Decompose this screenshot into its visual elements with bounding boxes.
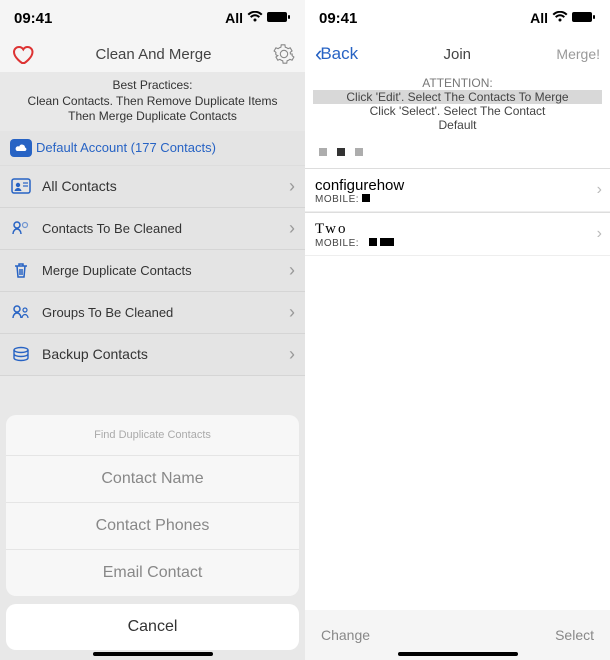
chevron-right-icon: › (597, 181, 602, 199)
item-label: Backup Contacts (42, 346, 148, 362)
item-label: Contacts To Be Cleaned (42, 221, 182, 236)
status-time: 09:41 (319, 10, 357, 27)
navbar-left: Clean And Merge (0, 36, 305, 72)
cloud-icon (10, 139, 32, 157)
clean-icon (10, 220, 32, 236)
account-label: Default Account (177 Contacts) (36, 140, 216, 155)
dot-icon (337, 148, 345, 156)
chevron-right-icon: › (289, 176, 295, 197)
attention-line3: Default (311, 118, 604, 132)
item-groups-cleaned[interactable]: Groups To Be Cleaned › (0, 292, 305, 334)
favorites-icon[interactable] (10, 43, 34, 65)
dot-icon (319, 148, 327, 156)
item-contacts-cleaned[interactable]: Contacts To Be Cleaned › (0, 208, 305, 250)
change-button[interactable]: Change (321, 627, 370, 643)
dot-icon (355, 148, 363, 156)
instructions: Best Practices: Clean Contacts. Then Rem… (0, 72, 305, 131)
account-header[interactable]: Default Account (177 Contacts) (0, 131, 305, 166)
carrier-label: All (530, 10, 548, 26)
item-label: Groups To Be Cleaned (42, 305, 173, 320)
action-sheet: Find Duplicate Contacts Contact Name Con… (6, 415, 299, 650)
item-all-contacts[interactable]: All Contacts › (0, 166, 305, 208)
back-button[interactable]: ‹ Back (315, 41, 358, 67)
page-title: Clean And Merge (34, 46, 273, 63)
status-right: All (530, 10, 596, 26)
battery-icon (267, 10, 291, 26)
home-indicator (93, 652, 213, 656)
status-bar: 09:41 All (0, 0, 305, 36)
contacts-icon (10, 178, 32, 194)
contact-sub: MOBILE: (315, 194, 600, 205)
wifi-icon (552, 10, 568, 26)
contact-sub: MOBILE: (315, 238, 600, 249)
back-label: Back (320, 44, 358, 64)
contact-row[interactable]: configurehow MOBILE: › (305, 168, 610, 212)
status-bar: 09:41 All (305, 0, 610, 36)
contact-name: Two (315, 221, 600, 238)
merge-button[interactable]: Merge! (556, 46, 600, 62)
attention-block: ATTENTION: Click 'Edit'. Select The Cont… (305, 72, 610, 136)
carrier-label: All (225, 10, 243, 26)
item-label: All Contacts (42, 178, 117, 194)
masked-icon (369, 238, 377, 246)
section-indicator (305, 136, 610, 168)
home-indicator (398, 652, 518, 656)
attention-line1: Click 'Edit'. Select The Contacts To Mer… (313, 90, 602, 104)
instructions-line2: Clean Contacts. Then Remove Duplicate It… (4, 94, 301, 110)
chevron-right-icon: › (289, 302, 295, 323)
groups-icon (10, 304, 32, 320)
chevron-right-icon: › (597, 225, 602, 243)
settings-icon[interactable] (273, 43, 295, 65)
page-title: Join (358, 46, 556, 63)
battery-icon (572, 10, 596, 26)
wifi-icon (247, 10, 263, 26)
sheet-option-name[interactable]: Contact Name (6, 455, 299, 502)
sheet-cancel-button[interactable]: Cancel (6, 604, 299, 650)
item-merge-duplicate[interactable]: Merge Duplicate Contacts › (0, 250, 305, 292)
item-label: Merge Duplicate Contacts (42, 263, 192, 278)
select-button[interactable]: Select (555, 627, 594, 643)
sheet-option-phones[interactable]: Contact Phones (6, 502, 299, 549)
sheet-title: Find Duplicate Contacts (6, 415, 299, 455)
chevron-right-icon: › (289, 344, 295, 365)
sheet-option-email[interactable]: Email Contact (6, 549, 299, 596)
masked-icon (380, 238, 394, 246)
trash-icon (10, 261, 32, 279)
contact-row[interactable]: Two MOBILE: › (305, 212, 610, 256)
status-right: All (225, 10, 291, 26)
navbar-right: ‹ Back Join Merge! (305, 36, 610, 72)
attention-title: ATTENTION: (311, 76, 604, 90)
chevron-right-icon: › (289, 218, 295, 239)
instructions-line3: Then Merge Duplicate Contacts (4, 109, 301, 125)
attention-line2: Click 'Select'. Select The Contact (311, 104, 604, 118)
chevron-right-icon: › (289, 260, 295, 281)
status-time: 09:41 (14, 10, 52, 27)
instructions-line1: Best Practices: (4, 78, 301, 94)
backup-icon (10, 346, 32, 362)
item-backup[interactable]: Backup Contacts › (0, 334, 305, 376)
masked-icon (362, 194, 370, 202)
contact-name: configurehow (315, 177, 600, 194)
